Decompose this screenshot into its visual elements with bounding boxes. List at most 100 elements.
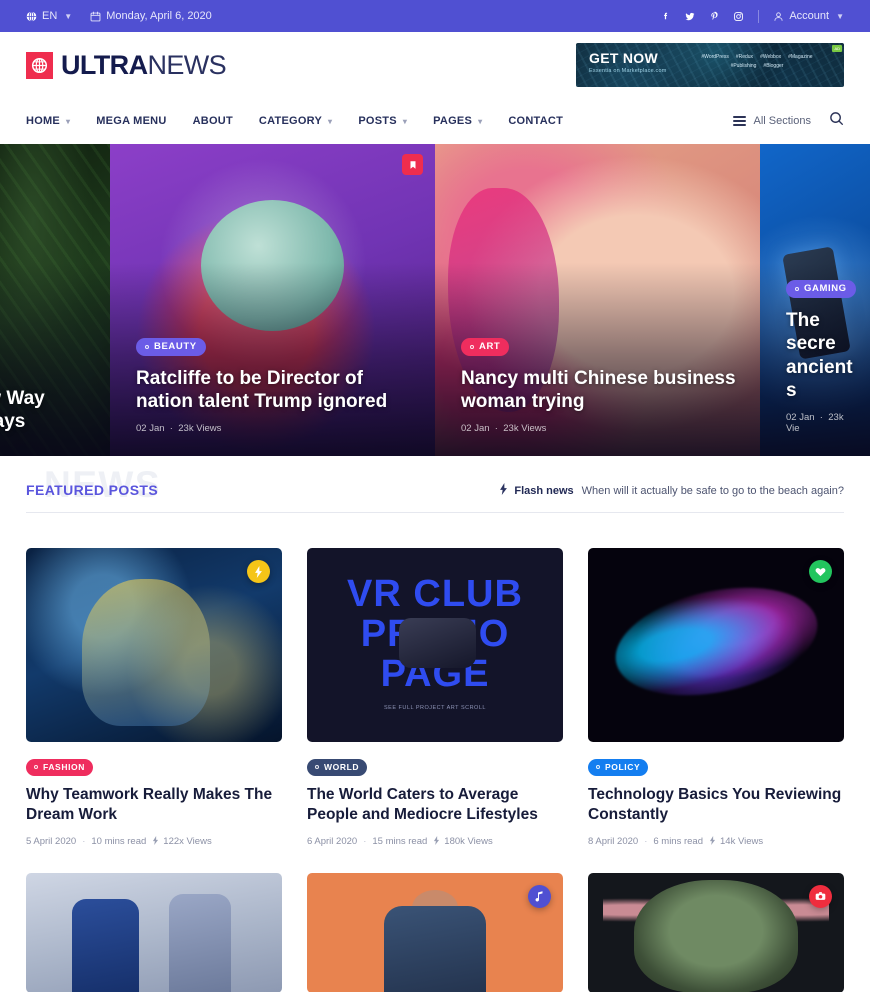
logo-wordmark: ULTRANEWS (61, 51, 227, 79)
category-badge[interactable]: BEAUTY (136, 337, 206, 356)
slide-title[interactable]: The secre ancient s (786, 309, 853, 403)
post-card[interactable]: FASHION Why Teamwork Really Makes The Dr… (26, 548, 282, 848)
category-label: ART (479, 341, 501, 353)
top-bar-right: Account ▼ (660, 9, 844, 23)
language-label: EN (42, 10, 58, 22)
category-badge[interactable]: POLICY (588, 758, 649, 776)
site-logo[interactable]: ULTRANEWS (26, 51, 227, 79)
nav-label: PAGES (433, 115, 473, 127)
badge-dot-icon (315, 765, 319, 769)
post-image (26, 872, 282, 992)
pinterest-icon[interactable] (709, 11, 720, 22)
category-badge[interactable]: WORLD (307, 758, 368, 776)
camera-icon[interactable] (809, 884, 832, 908)
slide-body: ART Nancy multi Chinese business woman t… (461, 336, 740, 434)
post-card[interactable]: VR CLUB PROMO PAGE SEE FULL PROJECT ART … (307, 548, 563, 848)
category-label: BEAUTY (154, 341, 197, 353)
post-thumbnail[interactable] (26, 872, 282, 992)
category-label: FASHION (43, 762, 85, 772)
badge-dot-icon (795, 286, 799, 291)
chevron-down-icon: ▾ (402, 116, 408, 126)
slide-title: New Way rt Says (0, 387, 90, 434)
slide-meta: 02 Jan · 23k Views (461, 423, 547, 434)
ad-banner[interactable]: GET NOW Essentia on Marketplace.com #Wor… (576, 43, 844, 87)
nav-right: All Sections (732, 111, 844, 131)
post-date: 8 April 2020 (588, 836, 639, 848)
bookmark-icon[interactable] (402, 154, 423, 175)
post-title[interactable]: Why Teamwork Really Makes The Dream Work (26, 785, 282, 825)
calendar-icon (90, 11, 101, 22)
category-badge[interactable]: ART (461, 337, 510, 356)
instagram-icon[interactable] (733, 11, 744, 22)
nav-item-contact[interactable]: CONTACT (508, 115, 563, 127)
post-card[interactable] (307, 872, 563, 992)
category-badge[interactable]: FASHION (26, 758, 93, 776)
hero-slide[interactable]: New Way rt Says (0, 144, 110, 456)
category-badge[interactable]: GAMING (786, 279, 856, 298)
hero-slide[interactable]: GAMING The secre ancient s 02 Jan · 23k … (760, 144, 870, 456)
facebook-icon[interactable] (660, 11, 671, 22)
twitter-icon[interactable] (684, 11, 696, 22)
chevron-down-icon: ▾ (66, 116, 71, 126)
ad-head: GET NOW Essentia on Marketplace.com (589, 51, 667, 74)
post-views: 14k Views (709, 835, 763, 848)
search-icon[interactable] (829, 111, 844, 131)
post-thumbnail[interactable] (26, 548, 282, 742)
post-thumbnail[interactable] (307, 872, 563, 992)
slide-title-line: woman trying (461, 391, 585, 413)
flash-icon (152, 835, 159, 848)
ad-tag: #Publishing (730, 63, 757, 69)
slide-title-line: Nancy multi Chinese business (461, 367, 736, 389)
post-thumbnail[interactable] (588, 872, 844, 992)
nav-item-category[interactable]: CATEGORY ▾ (259, 115, 332, 127)
ad-subtitle: Essentia on Marketplace.com (589, 68, 667, 74)
slide-title[interactable]: Ratcliffe to be Director of nation talen… (136, 367, 415, 414)
nav-menu: HOME ▾ MEGA MENU ABOUT CATEGORY ▾ POSTS … (26, 115, 563, 127)
post-title[interactable]: Technology Basics You Reviewing Constant… (588, 785, 844, 825)
post-title[interactable]: The World Caters to Average People and M… (307, 785, 563, 825)
badge-dot-icon (145, 344, 149, 349)
account-menu[interactable]: Account ▼ (773, 10, 844, 22)
slide-views: 23k Views (503, 423, 547, 434)
slide-title[interactable]: Nancy multi Chinese business woman tryin… (461, 367, 740, 414)
chevron-down-icon: ▾ (478, 116, 483, 126)
post-thumbnail[interactable] (588, 548, 844, 742)
nav-item-about[interactable]: ABOUT (193, 115, 233, 127)
hero-slide[interactable]: BEAUTY Ratcliffe to be Director of natio… (110, 144, 435, 456)
post-thumbnail[interactable]: VR CLUB PROMO PAGE SEE FULL PROJECT ART … (307, 548, 563, 742)
post-meta: 8 April 2020 · 6 mins read 14k Views (588, 835, 844, 848)
post-views-text: 180k Views (444, 836, 493, 848)
person-icon (773, 11, 784, 22)
post-card[interactable] (588, 872, 844, 992)
heart-icon[interactable] (809, 560, 832, 583)
slide-title-line: ancient s (786, 356, 853, 402)
poster-footer: SEE FULL PROJECT ART SCROLL (384, 704, 486, 711)
post-image: VR CLUB PROMO PAGE SEE FULL PROJECT ART … (307, 548, 563, 742)
top-bar-left: EN ▼ Monday, April 6, 2020 (26, 10, 212, 22)
hero-slide[interactable]: ART Nancy multi Chinese business woman t… (435, 144, 760, 456)
post-card[interactable] (26, 872, 282, 992)
nav-item-posts[interactable]: POSTS ▾ (358, 115, 407, 127)
slide-title-line: Ratcliffe to be Director of (136, 367, 363, 389)
post-image (588, 872, 844, 992)
post-card[interactable]: POLICY Technology Basics You Reviewing C… (588, 548, 844, 848)
current-date: Monday, April 6, 2020 (90, 10, 212, 22)
globe-icon (26, 10, 37, 22)
nav-item-mega-menu[interactable]: MEGA MENU (96, 115, 166, 127)
slide-title-line: nation talent Trump ignored (136, 391, 388, 413)
divider (758, 9, 760, 23)
flash-icon (433, 835, 440, 848)
language-selector[interactable]: EN ▼ (26, 10, 72, 22)
featured-section: NEWS FEATURED POSTS Flash news When will… (0, 456, 870, 992)
nav-item-home[interactable]: HOME ▾ (26, 115, 70, 127)
nav-label: CATEGORY (258, 115, 323, 127)
all-sections-button[interactable]: All Sections (732, 115, 811, 127)
slide-title-line: The secre (786, 309, 836, 355)
page-title: FEATURED POSTS (26, 482, 159, 498)
hero-slider[interactable]: New Way rt Says BEAUTY Ratcliffe to be D… (0, 144, 870, 456)
nav-label: POSTS (358, 115, 397, 127)
bolt-icon[interactable] (247, 560, 270, 583)
nav-item-pages[interactable]: PAGES ▾ (433, 115, 482, 127)
music-icon[interactable] (528, 884, 551, 908)
slide-title-line: rt Says (0, 411, 26, 433)
